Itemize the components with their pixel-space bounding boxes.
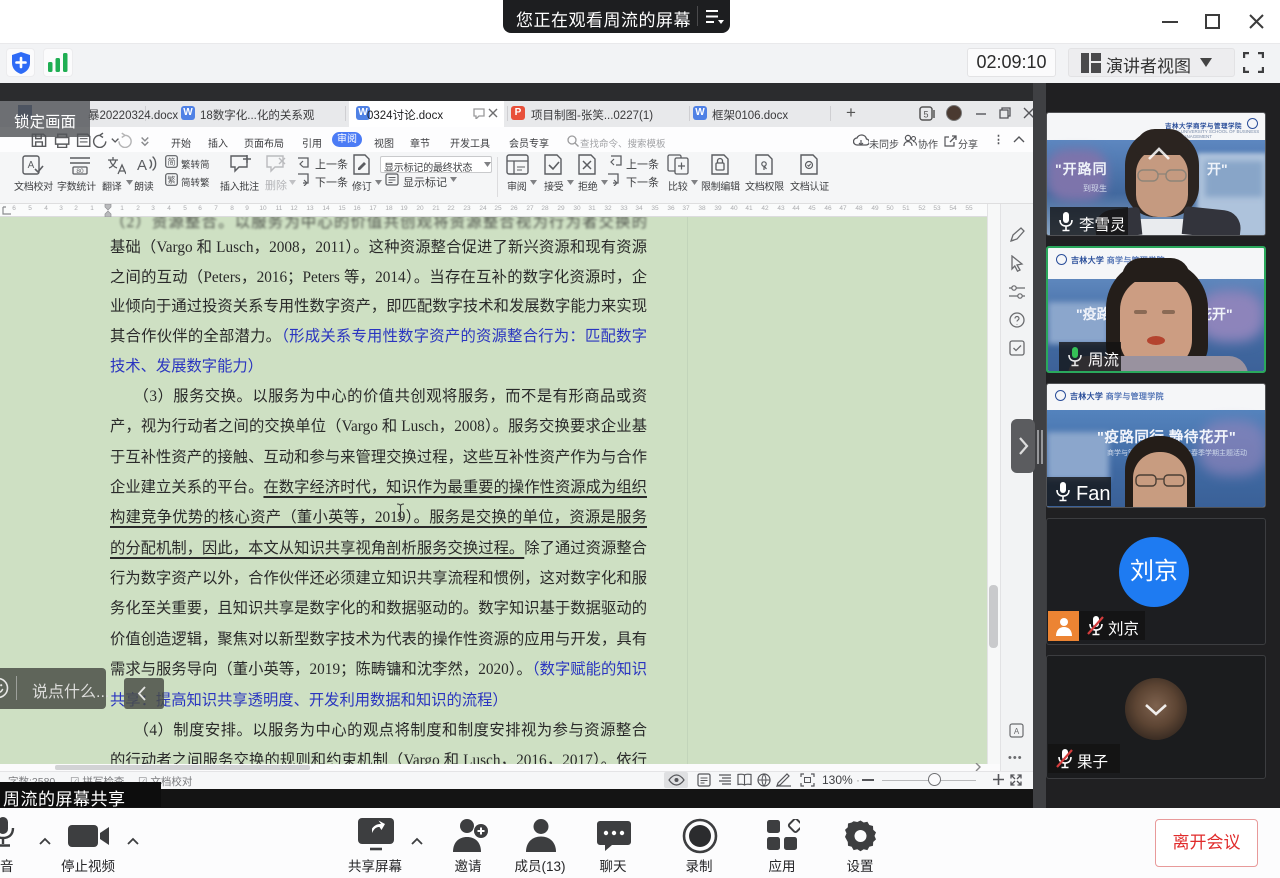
svg-text:繁: 繁 xyxy=(168,175,176,185)
svg-text:A: A xyxy=(137,157,147,174)
svg-text:80: 80 xyxy=(76,168,84,175)
svg-text:A: A xyxy=(28,160,35,171)
svg-text:5: 5 xyxy=(923,110,928,120)
svg-text:简: 简 xyxy=(168,157,176,167)
svg-text:A: A xyxy=(1014,727,1020,736)
